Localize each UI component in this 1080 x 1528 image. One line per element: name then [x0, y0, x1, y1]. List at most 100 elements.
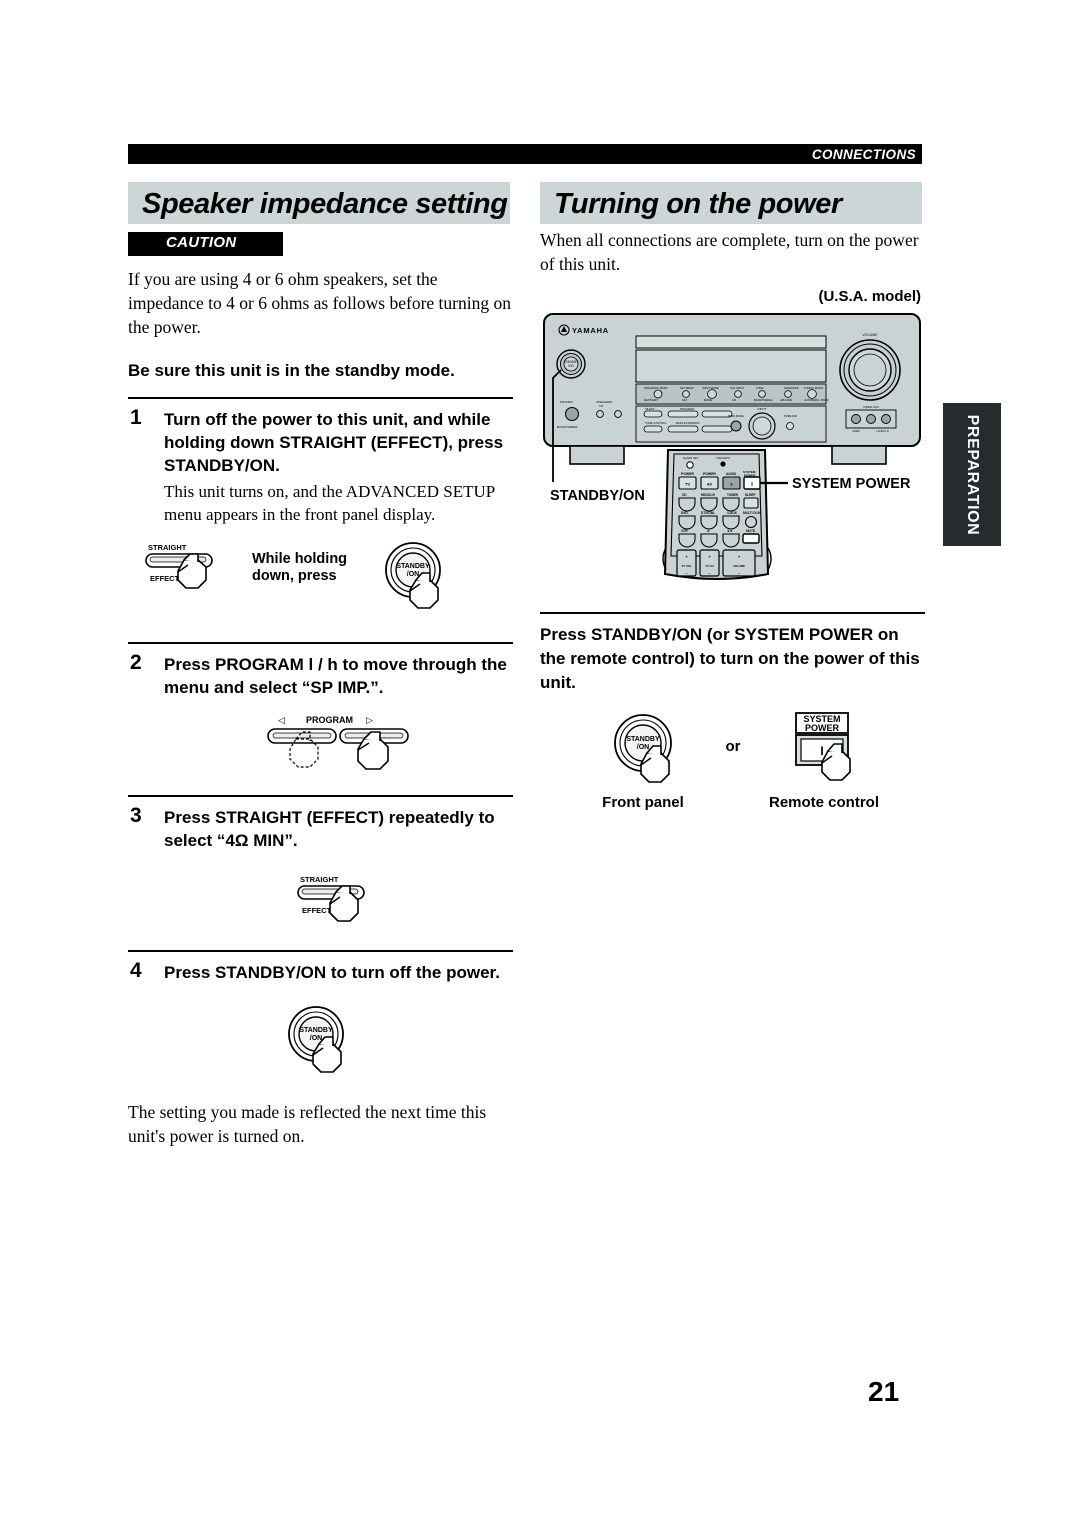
svg-text:PHONES: PHONES [560, 400, 573, 404]
side-thumb-tab-preparation: PREPARATION [943, 403, 1001, 546]
svg-text:A B: A B [599, 404, 603, 408]
straight-label-top-2: STRAIGHT [300, 875, 339, 884]
section-title-turning-on-power: Turning on the power [540, 182, 922, 224]
svg-text:INPUT MODE: INPUT MODE [702, 386, 719, 390]
section-title-right-text: Turning on the power [554, 188, 842, 220]
figure-step-2-svg: ◁ PROGRAM ▷ [267, 715, 409, 770]
figure-step-3-svg: STRAIGHT EFFECT [297, 875, 365, 922]
caution-badge: CAUTION [128, 232, 283, 256]
effect-label-bottom: EFFECT [150, 574, 180, 583]
svg-text:CD: CD [682, 493, 687, 497]
running-head-bar: CONNECTIONS [128, 144, 922, 164]
svg-text:MD/CD-R: MD/CD-R [701, 493, 716, 497]
svg-text:★: ★ [706, 529, 710, 533]
svg-text:BASS MODE: BASS MODE [728, 414, 744, 418]
figure-step-4: STANDBY /ON [128, 1000, 513, 1096]
receiver-speakers-a-jack [596, 410, 604, 418]
figure-step-4-svg: STANDBY /ON [288, 1006, 344, 1073]
svg-text:/ON: /ON [568, 364, 574, 368]
turning-on-intro-paragraph: When all connections are complete, turn … [540, 230, 919, 274]
caution-badge-label: CAUTION [166, 234, 237, 251]
figure-step-1-text-line1: While holding [252, 551, 347, 567]
svg-text:TUNING MODE: TUNING MODE [804, 386, 823, 390]
svg-text:MULTI DI-IN: MULTI DI-IN [743, 511, 762, 515]
svg-text:TONE: TONE [756, 386, 764, 390]
standby-mode-lead: Be sure this unit is in the standby mode… [128, 361, 455, 380]
figure-step-2: ◁ PROGRAM ▷ [128, 709, 513, 789]
press-standby-instruction: Press STANDBY/ON (or SYSTEM POWER on the… [540, 625, 920, 692]
page-number: 21 [868, 1376, 900, 1407]
step-divider-3 [128, 795, 513, 797]
or-connector-label: or [726, 738, 741, 755]
svg-text:TUNER: TUNER [727, 493, 739, 497]
svg-text:BASS/TREBLE: BASS/TREBLE [557, 425, 578, 429]
svg-text:BASS/TREBLE: BASS/TREBLE [754, 398, 773, 402]
program-left-arrow-icon: ◁ [278, 715, 285, 725]
receiver-knob-small-b [786, 422, 794, 430]
standby-knob-label-4: /ON [310, 1035, 322, 1042]
svg-text:LEARN SET: LEARN SET [683, 456, 699, 460]
step-divider-4 [128, 950, 513, 952]
step-2-heading: Press PROGRAM l / h to move through the … [164, 655, 507, 697]
remote-control-svg: LEARN SET TRANSMIT POWER POWER AUDIO SYS… [662, 449, 911, 580]
remote-control-illustration: LEARN SET TRANSMIT POWER POWER AUDIO SYS… [540, 438, 925, 598]
video-aux-label: VIDEO AUX [863, 405, 879, 409]
power-symbol-label: I [820, 744, 823, 758]
remote-volume-rockers [676, 549, 756, 577]
section-title-left-text: Speaker impedance setting [142, 188, 508, 220]
standby-knob-label-1: STANDBY [396, 563, 430, 570]
svg-text:INPUT: INPUT [758, 407, 767, 411]
side-thumb-tab-label: PREPARATION [964, 414, 981, 535]
svg-text:SPEAKERS: SPEAKERS [784, 386, 799, 390]
svg-text:DTV/CBL: DTV/CBL [701, 511, 715, 515]
svg-text:V-AUX: V-AUX [727, 511, 738, 515]
step-3-heading: Press STRAIGHT (EFFECT) repeatedly to se… [164, 808, 495, 850]
step-divider-1 [128, 397, 513, 399]
volume-label: VOLUME [862, 333, 878, 337]
svg-text:TRANSMIT: TRANSMIT [716, 456, 731, 460]
svg-text:SPEAKERS: SPEAKERS [596, 400, 612, 404]
svg-text:AUTO/MAN'L MONO: AUTO/MAN'L MONO [804, 398, 829, 402]
receiver-aux-jacks [851, 414, 891, 424]
svg-text:POWER: POWER [681, 472, 694, 476]
program-center-label: PROGRAM [306, 715, 353, 725]
figure-step-1-text-line2: down, press [252, 568, 337, 584]
left-column: CAUTION If you are using 4 or 6 ohm spea… [128, 232, 513, 1148]
svg-text:POWER: POWER [703, 472, 716, 476]
svg-text:L/R: L/R [732, 398, 736, 402]
step-1-number: 1 [130, 406, 142, 429]
remote-transmit-indicator-icon [720, 461, 726, 467]
effect-label-bottom-2: EFFECT [302, 906, 332, 915]
front-knob-label-1: STANDBY [626, 736, 660, 743]
svg-text:TV: TV [685, 482, 690, 487]
svg-text:MUTE: MUTE [746, 529, 755, 533]
figure-step-1: STRAIGHT EFFECT While holding down, pres… [128, 538, 513, 634]
section-title-speaker-impedance: Speaker impedance setting [128, 182, 510, 224]
step-4-number: 4 [130, 959, 142, 982]
svg-text:VIDEO: VIDEO [852, 429, 860, 433]
system-power-line2: POWER [805, 723, 840, 733]
program-right-arrow-icon: ▷ [366, 715, 373, 725]
step-1-heading: Turn off the power to this unit, and whi… [164, 410, 504, 475]
step-1: 1 Turn off the power to this unit, and w… [128, 406, 513, 526]
svg-text:SET: SET [682, 398, 688, 402]
standby-knob-label-3: STANDBY [299, 1027, 333, 1034]
step-4-heading: Press STANDBY/ON to turn off the power. [164, 963, 500, 982]
svg-text:SET MENU: SET MENU [680, 386, 694, 390]
svg-text:6CH INPUT: 6CH INPUT [730, 386, 745, 390]
standby-knob-label-2: /ON [407, 571, 419, 578]
step-divider-2 [128, 642, 513, 644]
front-knob-label-2: /ON [637, 744, 649, 751]
running-head-label: CONNECTIONS [811, 147, 916, 162]
svg-text:TV CH: TV CH [705, 564, 713, 568]
receiver-phones-jack [564, 406, 580, 422]
svg-text:A/B/C/D/E: A/B/C/D/E [780, 398, 792, 402]
step-3: 3 Press STRAIGHT (EFFECT) repeatedly to … [128, 804, 513, 852]
svg-text:NEXT/EDIT: NEXT/EDIT [644, 398, 658, 402]
svg-text:TONE CONTROL: TONE CONTROL [645, 421, 667, 425]
step-2: 2 Press PROGRAM l / h to move through th… [128, 651, 513, 699]
svg-text:PROGRAM / BASS: PROGRAM / BASS [644, 386, 668, 390]
figure-step-3: STRAIGHT EFFECT [128, 868, 513, 946]
right-column: When all connections are complete, turn … [540, 228, 925, 827]
svg-text:VOLUME: VOLUME [733, 564, 745, 568]
